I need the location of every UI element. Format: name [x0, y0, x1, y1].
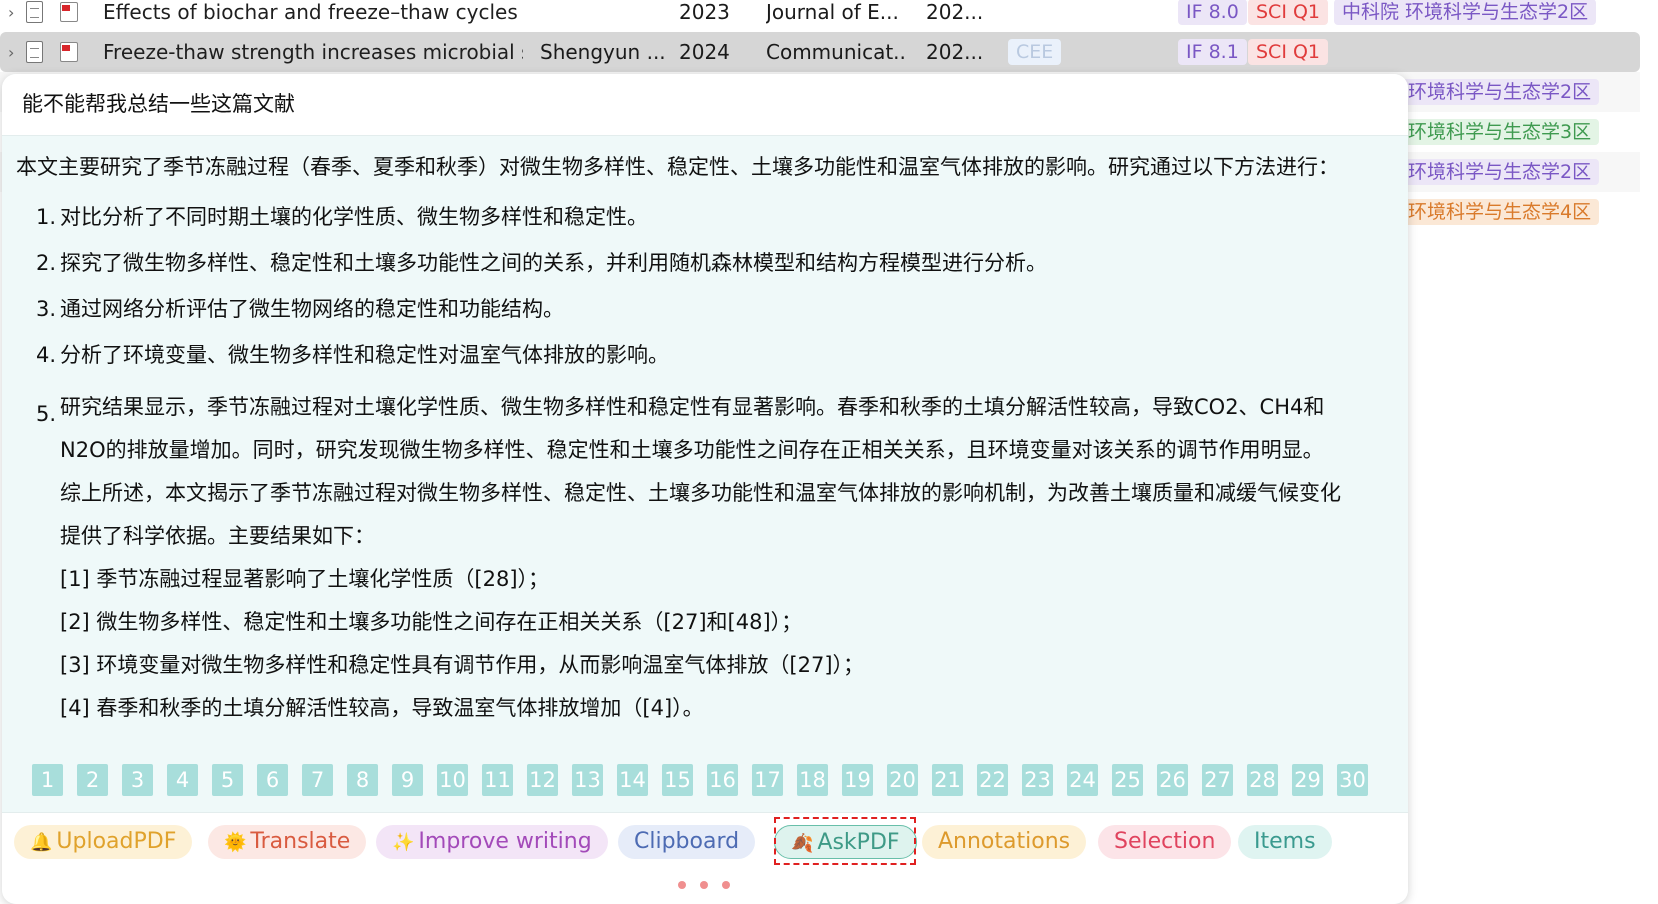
item-date: 202... [926, 40, 984, 64]
chevron-right-icon[interactable]: › [8, 3, 14, 22]
item-date: 202... [926, 0, 984, 24]
answer-intro: 本文主要研究了季节冻融过程（春季、夏季和秋季）对微生物多样性、稳定性、土壤多功能… [16, 155, 1339, 179]
askpdf-popup: 能不能帮我总结一些这篇文献 本文主要研究了季节冻融过程（春季、夏季和秋季）对微生… [2, 74, 1408, 904]
sci-quartile-tag: SCI Q1 [1248, 0, 1329, 25]
page-button-2[interactable]: 2 [77, 764, 108, 796]
page-button-11[interactable]: 11 [482, 764, 513, 796]
item-title: Effects of biochar and freeze–thaw cycle… [103, 0, 523, 24]
askpdf-highlight-box [774, 817, 916, 865]
page-button-12[interactable]: 12 [527, 764, 558, 796]
list-item: 1. 对比分析了不同时期土壤的化学性质、微生物多样性和稳定性。 [36, 205, 648, 229]
page-button-19[interactable]: 19 [842, 764, 873, 796]
page-button-30[interactable]: 30 [1337, 764, 1368, 796]
clipboard-button[interactable]: Clipboard [618, 825, 756, 859]
page-button-26[interactable]: 26 [1157, 764, 1188, 796]
annotations-button[interactable]: Annotations [922, 825, 1087, 859]
page-button-25[interactable]: 25 [1112, 764, 1143, 796]
prompt-text[interactable]: 能不能帮我总结一些这篇文献 [22, 88, 295, 118]
page-button-13[interactable]: 13 [572, 764, 603, 796]
item-publication: Journal of E... [766, 0, 899, 24]
item-creator: Shengyun ... [540, 40, 665, 64]
result-ref-3: [3] 环境变量对微生物多样性和稳定性具有调节作用，从而影响温室气体排放（[27… [60, 653, 865, 677]
chevron-right-icon[interactable]: › [8, 43, 14, 62]
page-button-15[interactable]: 15 [662, 764, 693, 796]
page-button-7[interactable]: 7 [302, 764, 333, 796]
page-button-9[interactable]: 9 [392, 764, 423, 796]
item-year: 2023 [679, 0, 730, 24]
page-button-18[interactable]: 18 [797, 764, 828, 796]
page-button-8[interactable]: 8 [347, 764, 378, 796]
pdf-icon [60, 2, 78, 22]
sci-quartile-tag: SCI Q1 [1248, 39, 1329, 65]
page-button-16[interactable]: 16 [707, 764, 738, 796]
result-ref-2: [2] 微生物多样性、稳定性和土壤多功能性之间存在正相关关系（[27]和[48]… [60, 610, 803, 634]
list-item: 3. 通过网络分析评估了微生物网络的稳定性和功能结构。 [36, 297, 564, 321]
sun-icon: 🌞 [224, 832, 247, 853]
impact-factor-tag: IF 8.1 [1178, 39, 1247, 65]
item-title: Freeze-thaw strength increases microbial… [103, 40, 523, 64]
page-button-17[interactable]: 17 [752, 764, 783, 796]
page-button-23[interactable]: 23 [1022, 764, 1053, 796]
translate-button[interactable]: 🌞 Translate [208, 825, 367, 859]
page-button-3[interactable]: 3 [122, 764, 153, 796]
page-button-21[interactable]: 21 [932, 764, 963, 796]
page-button-24[interactable]: 24 [1067, 764, 1098, 796]
selection-button[interactable]: Selection [1098, 825, 1232, 859]
result-ref-1: [1] 季节冻融过程显著影响了土壤化学性质（[28]）； [60, 567, 550, 591]
cas-zone-tag: 环境科学与生态学2区 [1400, 159, 1600, 185]
page-button-14[interactable]: 14 [617, 764, 648, 796]
bell-icon: 🔔 [30, 832, 53, 853]
pdf-icon [60, 42, 78, 62]
prompt-bar[interactable]: 能不能帮我总结一些这篇文献 [2, 74, 1408, 136]
sparkle-icon: ✨ [392, 832, 415, 853]
table-row-selected[interactable]: › Freeze-thaw strength increases microbi… [0, 32, 1640, 72]
answer-content: 本文主要研究了季节冻融过程（春季、夏季和秋季）对微生物多样性、稳定性、土壤多功能… [16, 152, 1396, 730]
page-button-4[interactable]: 4 [167, 764, 198, 796]
page-jump-buttons: 1 2 3 4 5 6 7 8 9 10 11 12 13 14 15 16 17 18 19 20 21 22 23 24 2… [32, 764, 1368, 796]
journal-abbr-tag: CEE [1008, 39, 1062, 65]
cas-zone-tag: 中科院 环境科学与生态学2区 [1334, 0, 1597, 25]
page-button-22[interactable]: 22 [977, 764, 1008, 796]
answer-list: 1. 对比分析了不同时期土壤的化学性质、微生物多样性和稳定性。 2. 探究了微生物多… [16, 202, 1396, 730]
list-item: 4. 分析了环境变量、微生物多样性和稳定性对温室气体排放的影响。 [36, 343, 669, 367]
list-item: 5. 研究结果显示，季节冻融过程对土壤化学性质、微生物多样性和稳定性有显著影响。… [36, 386, 1396, 730]
cas-zone-tag: 环境科学与生态学2区 [1400, 79, 1600, 105]
page-button-28[interactable]: 28 [1247, 764, 1278, 796]
cas-zone-tag: 环境科学与生态学4区 [1400, 199, 1600, 225]
item-year: 2024 [679, 40, 730, 64]
result-ref-4: [4] 春季和秋季的土填分解活性较高，导致温室气体排放增加（[4]）。 [60, 696, 704, 720]
table-row[interactable]: › Effects of biochar and freeze–thaw cyc… [0, 0, 1640, 32]
page-button-10[interactable]: 10 [437, 764, 468, 796]
more-dots-icon[interactable] [678, 881, 730, 889]
list-item: 2. 探究了微生物多样性、稳定性和土壤多功能性之间的关系，并利用随机森林模型和结构… [36, 251, 1047, 275]
cas-zone-tag: 环境科学与生态学3区 [1400, 119, 1600, 145]
impact-factor-tag: IF 8.0 [1178, 0, 1247, 25]
page-button-29[interactable]: 29 [1292, 764, 1323, 796]
page-button-20[interactable]: 20 [887, 764, 918, 796]
item-publication: Communicat... [766, 40, 906, 64]
page-button-1[interactable]: 1 [32, 764, 63, 796]
document-icon [26, 1, 43, 23]
action-toolbar: 🔔 UploadPDF 🌞 Translate ✨ Improve writing C… [2, 812, 1408, 904]
page-button-27[interactable]: 27 [1202, 764, 1233, 796]
page-button-6[interactable]: 6 [257, 764, 288, 796]
uploadpdf-button[interactable]: 🔔 UploadPDF [14, 825, 193, 859]
page-button-5[interactable]: 5 [212, 764, 243, 796]
improve-writing-button[interactable]: ✨ Improve writing [376, 825, 608, 859]
document-icon [26, 41, 43, 63]
items-button[interactable]: Items [1238, 825, 1332, 859]
